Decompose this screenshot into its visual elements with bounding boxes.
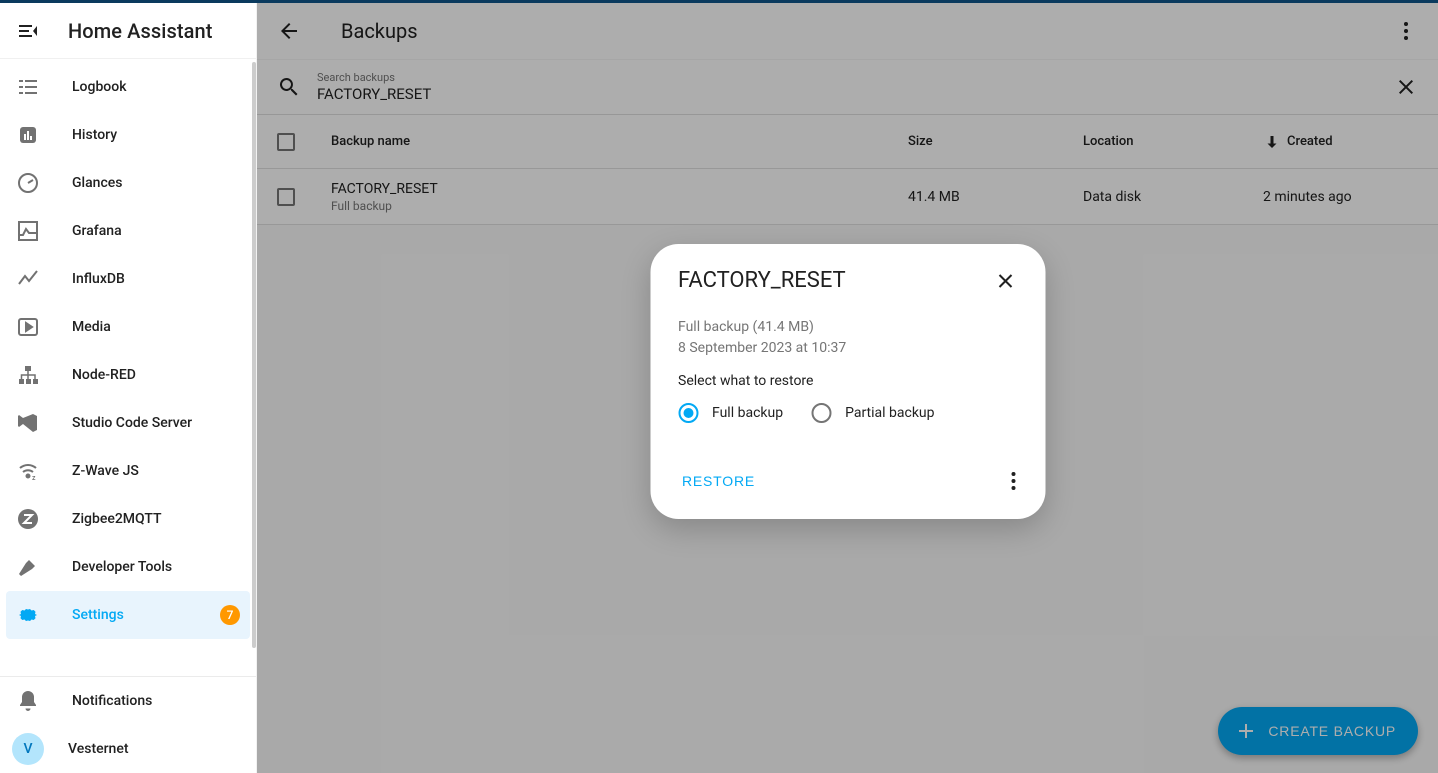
dialog-select-label: Select what to restore — [678, 373, 1017, 389]
sidebar: Home Assistant Logbook History Glances G… — [0, 3, 257, 773]
radio-full-backup[interactable]: Full backup — [678, 403, 783, 423]
sidebar-item-label: Grafana — [72, 223, 240, 239]
gear-icon — [16, 603, 40, 627]
dialog-title: FACTORY_RESET — [678, 268, 993, 293]
sidebar-item-label: Z-Wave JS — [72, 463, 240, 479]
radio-label: Full backup — [712, 405, 783, 421]
sidebar-item-label: Node-RED — [72, 367, 240, 383]
svg-text:z: z — [32, 474, 36, 482]
sidebar-item-media[interactable]: Media — [0, 303, 256, 351]
sidebar-item-label: Zigbee2MQTT — [72, 511, 240, 527]
sidebar-item-glances[interactable]: Glances — [0, 159, 256, 207]
zwave-icon: z — [16, 459, 40, 483]
sidebar-item-settings[interactable]: Settings 7 — [6, 591, 250, 639]
backup-dialog: FACTORY_RESET Full backup (41.4 MB) 8 Se… — [650, 244, 1045, 519]
zigbee-icon — [16, 507, 40, 531]
dialog-overflow-button[interactable] — [1001, 469, 1025, 493]
sidebar-item-zwave[interactable]: z Z-Wave JS — [0, 447, 256, 495]
radio-label: Partial backup — [845, 405, 934, 421]
sidebar-item-label: History — [72, 127, 240, 143]
user-avatar: V — [12, 733, 44, 765]
radio-icon — [678, 403, 698, 423]
app-title: Home Assistant — [68, 19, 213, 43]
sidebar-scrollbar[interactable] — [252, 62, 256, 648]
sidebar-item-zigbee[interactable]: Zigbee2MQTT — [0, 495, 256, 543]
sidebar-item-label: InfluxDB — [72, 271, 240, 287]
play-box-icon — [16, 315, 40, 339]
sidebar-item-label: Logbook — [72, 79, 240, 95]
sidebar-item-user[interactable]: V Vesternet — [0, 725, 256, 773]
chart-box-icon — [16, 219, 40, 243]
sitemap-icon — [16, 363, 40, 387]
sidebar-item-influxdb[interactable]: InfluxDB — [0, 255, 256, 303]
dialog-info-size: Full backup (41.4 MB) — [678, 317, 1017, 338]
gauge-icon — [16, 171, 40, 195]
radio-partial-backup[interactable]: Partial backup — [811, 403, 934, 423]
dialog-info-date: 8 September 2023 at 10:37 — [678, 338, 1017, 359]
sidebar-item-label: Notifications — [72, 693, 240, 709]
close-button[interactable] — [993, 269, 1017, 293]
sidebar-item-label: Settings — [72, 607, 220, 623]
sidebar-item-label: Glances — [72, 175, 240, 191]
bell-icon — [16, 689, 40, 713]
settings-badge: 7 — [220, 605, 240, 625]
sidebar-item-grafana[interactable]: Grafana — [0, 207, 256, 255]
sidebar-header: Home Assistant — [0, 3, 256, 59]
restore-button[interactable]: RESTORE — [678, 463, 1001, 499]
vscode-icon — [16, 411, 40, 435]
sidebar-item-vscode[interactable]: Studio Code Server — [0, 399, 256, 447]
main-content: Backups Search backups Backup name Size … — [257, 3, 1438, 773]
sidebar-item-logbook[interactable]: Logbook — [0, 63, 256, 111]
history-icon — [16, 123, 40, 147]
menu-collapse-icon[interactable] — [16, 19, 40, 43]
sidebar-item-label: Studio Code Server — [72, 415, 240, 431]
sidebar-item-nodered[interactable]: Node-RED — [0, 351, 256, 399]
sidebar-item-history[interactable]: History — [0, 111, 256, 159]
sidebar-item-notifications[interactable]: Notifications — [0, 677, 256, 725]
radio-icon — [811, 403, 831, 423]
logbook-icon — [16, 75, 40, 99]
sidebar-item-label: Developer Tools — [72, 559, 240, 575]
chart-line-icon — [16, 267, 40, 291]
sidebar-item-devtools[interactable]: Developer Tools — [0, 543, 256, 591]
hammer-icon — [16, 555, 40, 579]
user-name: Vesternet — [68, 741, 240, 757]
sidebar-item-label: Media — [72, 319, 240, 335]
